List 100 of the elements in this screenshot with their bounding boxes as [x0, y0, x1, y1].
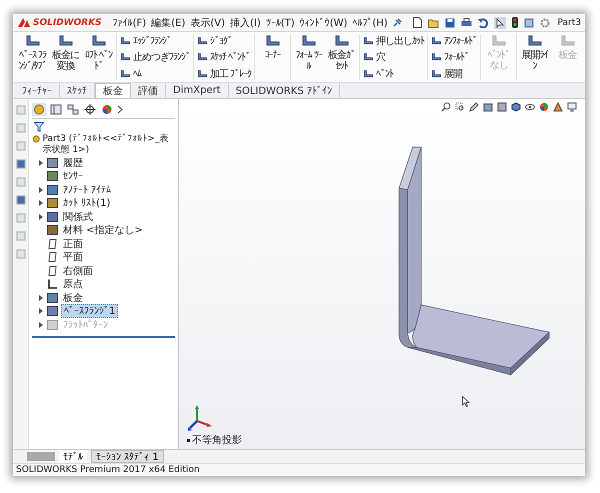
ribbon-button[interactable]: 加工 ﾌﾞﾚｰｸ — [196, 67, 252, 80]
property-tab-icon[interactable] — [49, 103, 63, 116]
ribbon-tab[interactable]: 評価 — [131, 83, 166, 98]
ribbon-button[interactable]: 展開 — [430, 67, 478, 80]
ribbon-button[interactable]: ﾍﾞﾝﾄ — [362, 67, 426, 80]
tree-item[interactable]: ｱﾉﾃｰﾄ ｱｲﾃﾑ — [61, 184, 114, 196]
ribbon-tab[interactable]: ﾌｨｰﾁｬｰ — [15, 83, 60, 98]
expand-arrow-icon[interactable] — [38, 322, 44, 328]
filter-icon[interactable] — [34, 122, 44, 132]
ribbon-button[interactable]: ｼﾞｮｸﾞ — [196, 34, 252, 47]
ribbon-button[interactable]: ﾛﾌﾄ ﾍﾞﾝﾄﾞ — [83, 34, 114, 80]
zoom-fit-icon[interactable] — [441, 102, 451, 112]
expand-arrow-icon[interactable] — [38, 186, 44, 193]
tree-item[interactable]: 板金 — [61, 290, 85, 305]
menu-item[interactable]: ﾌｧｲﾙ(F) — [112, 16, 146, 28]
undo-icon[interactable] — [478, 18, 488, 28]
ribbon-button[interactable]: ﾍﾑ — [119, 67, 191, 80]
tree-item[interactable]: 原点 — [61, 277, 85, 292]
sheet-metal-icon — [300, 34, 317, 48]
tree-item[interactable]: 右側面 — [61, 264, 95, 278]
ribbon-tab[interactable]: SOLIDWORKS ｱﾄﾞｲﾝ — [228, 83, 340, 98]
sheet-metal-icon — [58, 34, 74, 48]
pin-icon[interactable] — [392, 18, 402, 27]
origin-icon — [47, 279, 58, 290]
menu-item[interactable]: ﾍﾙﾌﾟ(H) — [352, 16, 388, 28]
sheet-metal-icon — [197, 68, 208, 78]
tree-item[interactable]: ﾍﾞｰｽﾌﾗﾝｼﾞ1 — [61, 304, 118, 318]
pencil-icon[interactable] — [469, 102, 479, 112]
expand-arrow-icon[interactable] — [38, 160, 44, 166]
tree-item[interactable]: 平面 — [61, 250, 85, 264]
tree-item[interactable]: 正面 — [61, 236, 85, 251]
monitor-icon[interactable] — [567, 102, 577, 112]
ribbon-button[interactable]: ｽｹｯﾁ ﾍﾞﾝﾄﾞ — [196, 50, 252, 64]
tree-root-label[interactable]: Part3 (ﾃﾞﾌｫﾙﾄ<<ﾃﾞﾌｫﾙﾄ>_表示状態 1>) — [42, 134, 175, 156]
tree-item[interactable]: 関係式 — [61, 210, 95, 224]
document-title: Part3 — [558, 18, 581, 28]
ribbon-button[interactable]: ﾌｫｰﾙﾄﾞ — [430, 50, 478, 64]
sheet-metal-icon — [560, 34, 576, 48]
menu-item[interactable]: ｳｨﾝﾄﾞｳ(W) — [300, 16, 348, 28]
sheet-metal-icon — [490, 34, 507, 48]
sheet-metal-icon — [431, 36, 442, 46]
ribbon-button[interactable]: ｴｯｼﾞﾌﾗﾝｼﾞ — [119, 34, 191, 47]
sheet-metal-icon — [334, 34, 350, 48]
axis-triad-icon — [187, 405, 213, 431]
new-document-icon[interactable] — [412, 17, 422, 28]
menu-item[interactable]: 表示(V) — [190, 16, 225, 30]
tree-item[interactable]: ｶｯﾄ ﾘｽﾄ(1) — [61, 197, 112, 210]
eye-icon[interactable] — [525, 102, 535, 112]
sheet-metal-icon — [120, 68, 131, 78]
expand-arrow-icon[interactable] — [38, 200, 44, 206]
sheet-metal-icon — [431, 52, 442, 62]
ribbon-button[interactable]: ﾌｫｰﾑ ﾂｰﾙ — [293, 34, 324, 80]
sheet-metal-icon — [120, 36, 131, 46]
traffic-light-icon[interactable] — [512, 17, 518, 28]
ribbon-button[interactable]: ｺｰﾅｰ — [257, 34, 288, 80]
appearance-icon[interactable] — [539, 102, 549, 112]
plane-icon — [47, 266, 58, 276]
ribbon-button[interactable]: ﾍﾞｰｽ ﾌﾗﾝｼﾞ/ﾀﾌﾞ — [17, 34, 48, 80]
sheet-metal-icon — [363, 68, 374, 78]
expand-arrow-icon[interactable] — [38, 308, 44, 314]
menu-item[interactable]: 編集(E) — [151, 16, 186, 30]
ribbon-tab[interactable]: DimXpert — [166, 83, 229, 98]
ribbon-tab[interactable]: 板金 — [95, 83, 131, 98]
model-tab[interactable]: ﾓｰｼｮﾝ ｽﾀﾃﾞｨ 1 — [91, 450, 164, 463]
printer-icon[interactable] — [460, 18, 472, 28]
view-orientation-label: 不等角投影 — [192, 434, 242, 447]
sheet-metal-icon — [526, 34, 543, 48]
sheet-metal-icon — [197, 36, 208, 46]
ribbon-button[interactable]: 止めつぎﾌﾗﾝｼﾞ — [119, 50, 191, 64]
model-tab[interactable]: ﾓﾃﾞﾙ — [59, 450, 87, 463]
tab-scroll-bar[interactable] — [27, 452, 55, 461]
chevron-right-icon[interactable] — [117, 105, 123, 114]
tree-item[interactable]: 履歴 — [61, 156, 85, 170]
ribbon-button[interactable]: 板金ｶﾞｾｯﾄ — [326, 34, 358, 80]
ribbon-button[interactable]: 展開ﾗｲﾝ — [519, 34, 550, 80]
menu-item[interactable]: 挿入(I) — [230, 16, 261, 30]
save-icon[interactable] — [444, 18, 455, 28]
logo-icon — [17, 17, 31, 28]
ribbon-button[interactable]: 穴 — [362, 50, 426, 64]
sheet-metal-icon — [24, 34, 40, 48]
ribbon-button[interactable]: ｱﾝﾌｫｰﾙﾄﾞ — [430, 34, 478, 47]
cursor-icon[interactable] — [494, 16, 506, 28]
tree-item[interactable]: 材料 <指定なし> — [61, 223, 145, 238]
app-logo-text: SOLIDWORKS — [33, 18, 102, 28]
crosshair-tab-icon[interactable] — [83, 103, 97, 116]
ribbon-button[interactable]: 押し出しｶｯﾄ — [362, 34, 426, 47]
tree-item[interactable]: ｾﾝｻｰ — [61, 170, 85, 182]
sheet-metal-icon — [431, 68, 442, 78]
color-ball-tab-icon[interactable] — [100, 103, 114, 116]
sheet-metal-icon — [120, 52, 131, 62]
expand-arrow-icon[interactable] — [38, 214, 44, 220]
menu-item[interactable]: ﾂｰﾙ(T) — [266, 16, 295, 28]
view-marker-icon — [187, 438, 190, 442]
sheet-metal-icon — [264, 34, 281, 48]
sheet-metal-icon — [197, 52, 208, 62]
configuration-tab-icon[interactable] — [66, 103, 80, 116]
zoom-area-icon[interactable] — [455, 102, 465, 112]
ribbon-button[interactable]: 板金に変換 — [50, 34, 81, 80]
feature-tree-tab-icon[interactable] — [32, 103, 46, 116]
expand-arrow-icon[interactable] — [38, 294, 44, 301]
